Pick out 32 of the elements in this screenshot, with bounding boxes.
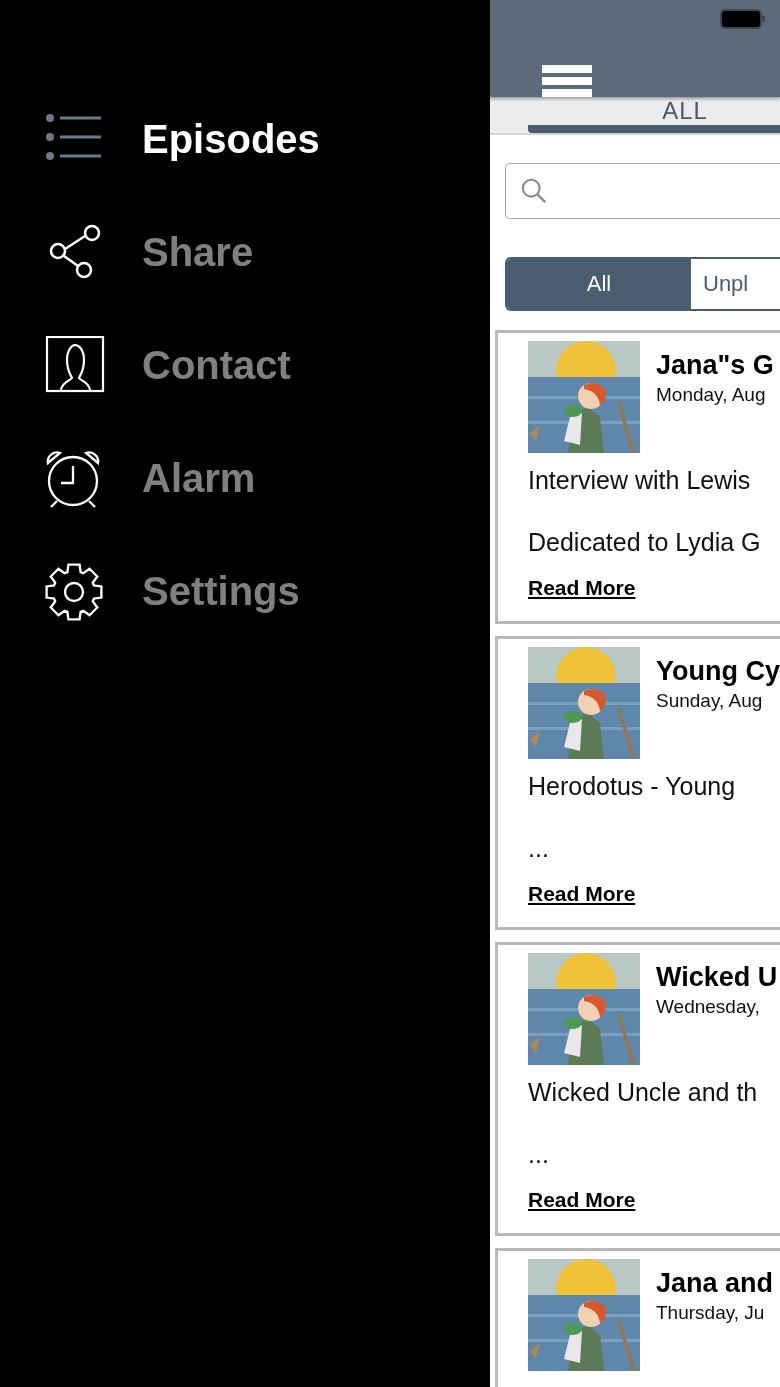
search-field[interactable] bbox=[505, 163, 780, 219]
read-more-link[interactable]: Read More bbox=[528, 1185, 636, 1215]
segment-button[interactable]: All bbox=[507, 259, 691, 309]
episode-title: Wicked U bbox=[656, 961, 778, 993]
episode-card[interactable]: Jana and Thursday, Ju bbox=[495, 1248, 780, 1387]
episode-summary: Herodotus - Young bbox=[528, 771, 736, 802]
episode-date: Sunday, Aug bbox=[656, 690, 764, 712]
episode-date: Monday, Aug bbox=[656, 384, 767, 406]
episode-summary: Dedicated to Lydia G bbox=[528, 527, 761, 558]
episode-summary: ... bbox=[528, 833, 549, 864]
menu-item[interactable]: Settings bbox=[0, 535, 490, 648]
read-more-link[interactable]: Read More bbox=[528, 879, 636, 909]
episode-date: Wednesday, bbox=[656, 996, 761, 1018]
menu-icon[interactable] bbox=[542, 65, 592, 97]
episode-card[interactable]: Young Cy Sunday, Aug Herodotus - Young ... Read More bbox=[495, 636, 780, 930]
menu-item[interactable]: Share bbox=[0, 196, 490, 309]
episode-summary: Interview with Lewis bbox=[528, 465, 751, 496]
episode-title: Young Cy bbox=[656, 655, 780, 687]
menu-item[interactable]: Alarm bbox=[0, 422, 490, 535]
menu-item[interactable]: Contact bbox=[0, 309, 490, 422]
settings-icon bbox=[44, 561, 106, 622]
search-icon bbox=[520, 177, 548, 205]
menu-item[interactable]: Episodes bbox=[0, 83, 490, 196]
episode-summary: ... bbox=[528, 1139, 549, 1170]
episode-card[interactable]: Jana"s G Monday, Aug Interview with Lewis Dedicated to Lydia G Read More bbox=[495, 330, 780, 624]
read-more-link[interactable]: Read More bbox=[528, 573, 636, 603]
episode-card[interactable]: Wicked U Wednesday, Wicked Uncle and th ... Read More bbox=[495, 942, 780, 1236]
episode-date: Thursday, Ju bbox=[656, 1302, 766, 1324]
episode-title: Jana and bbox=[656, 1267, 774, 1299]
episode-summary: Wicked Uncle and th bbox=[528, 1077, 758, 1108]
episode-title: Jana"s G bbox=[656, 349, 774, 381]
battery-icon bbox=[720, 9, 766, 29]
